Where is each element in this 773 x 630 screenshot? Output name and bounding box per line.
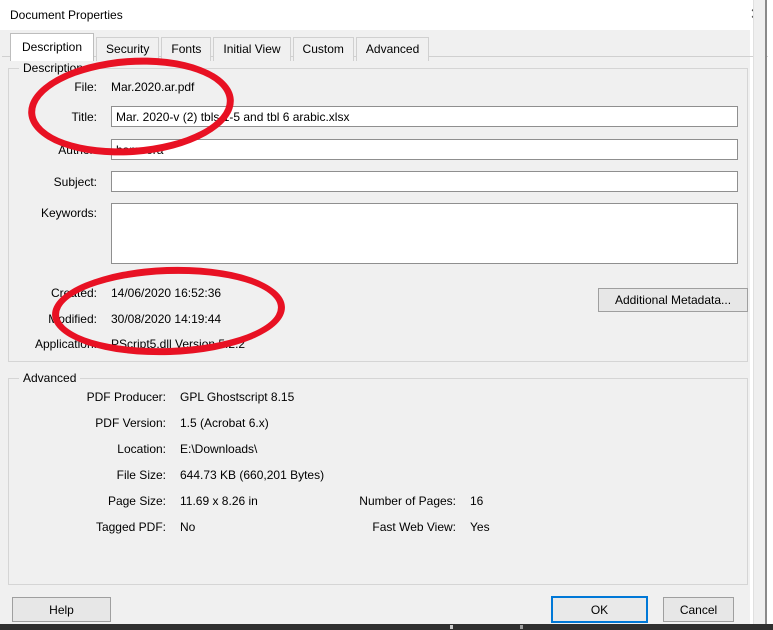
fast-web-view-value: Yes xyxy=(470,520,490,534)
tagged-pdf-value: No xyxy=(180,520,196,534)
subject-label: Subject: xyxy=(53,174,97,189)
keywords-label: Keywords: xyxy=(40,206,97,220)
location-label: Location: xyxy=(117,442,166,456)
author-label: Author: xyxy=(58,142,97,157)
dialog-title: Document Properties xyxy=(10,8,123,22)
description-groupbox: Description File: Mar.2020.ar.pdf Title:… xyxy=(8,61,748,362)
background-window-bottom-bar xyxy=(0,624,773,630)
title-label: Title: xyxy=(71,109,97,124)
fast-web-view-label: Fast Web View: xyxy=(372,520,456,534)
pdf-producer-label: PDF Producer: xyxy=(86,390,166,404)
tagged-pdf-label: Tagged PDF: xyxy=(95,520,166,534)
additional-metadata-button[interactable]: Additional Metadata... xyxy=(598,288,748,312)
pdf-version-label: PDF Version: xyxy=(95,416,166,430)
background-window-edge xyxy=(753,0,767,624)
location-value: E:\Downloads\ xyxy=(180,442,258,456)
tabstrip: Description Security Fonts Initial View … xyxy=(10,33,431,61)
page-size-label: Page Size: xyxy=(107,494,166,508)
tab-advanced[interactable]: Advanced xyxy=(355,37,430,61)
tab-security[interactable]: Security xyxy=(96,37,160,61)
file-label: File: xyxy=(74,80,97,94)
application-label: Application: xyxy=(34,337,97,351)
advanced-groupbox: Advanced PDF Producer: GPL Ghostscript 8… xyxy=(8,371,748,585)
ok-button[interactable]: OK xyxy=(551,596,648,623)
help-button[interactable]: Help xyxy=(12,597,111,622)
dialog-titlebar: Document Properties xyxy=(0,0,750,30)
tab-custom[interactable]: Custom xyxy=(292,37,354,61)
subject-input[interactable] xyxy=(111,171,738,192)
file-size-value: 644.73 KB (660,201 Bytes) xyxy=(180,468,325,482)
file-value: Mar.2020.ar.pdf xyxy=(111,80,195,94)
description-group-legend: Description xyxy=(19,61,88,75)
file-size-label: File Size: xyxy=(116,468,166,482)
document-properties-dialog: Document Properties ✕ Description Securi… xyxy=(0,0,773,630)
number-of-pages-value: 16 xyxy=(470,494,484,508)
title-input[interactable] xyxy=(111,106,738,127)
application-value: PScript5.dll Version 5.2.2 xyxy=(111,337,246,351)
page-size-value: 11.69 x 8.26 in xyxy=(180,494,258,508)
pdf-version-value: 1.5 (Acrobat 6.x) xyxy=(180,416,269,430)
author-input[interactable] xyxy=(111,139,738,160)
tab-fonts[interactable]: Fonts xyxy=(161,37,212,61)
tab-description[interactable]: Description xyxy=(10,33,95,61)
keywords-textarea[interactable] xyxy=(111,203,738,264)
cancel-button[interactable]: Cancel xyxy=(663,597,734,622)
modified-value: 30/08/2020 14:19:44 xyxy=(111,312,222,326)
pdf-producer-value: GPL Ghostscript 8.15 xyxy=(180,390,295,404)
created-label: Created: xyxy=(50,286,97,300)
tab-initial-view[interactable]: Initial View xyxy=(213,37,291,61)
number-of-pages-label: Number of Pages: xyxy=(359,494,456,508)
modified-label: Modified: xyxy=(48,312,97,326)
created-value: 14/06/2020 16:52:36 xyxy=(111,286,222,300)
advanced-group-legend: Advanced xyxy=(19,371,81,385)
